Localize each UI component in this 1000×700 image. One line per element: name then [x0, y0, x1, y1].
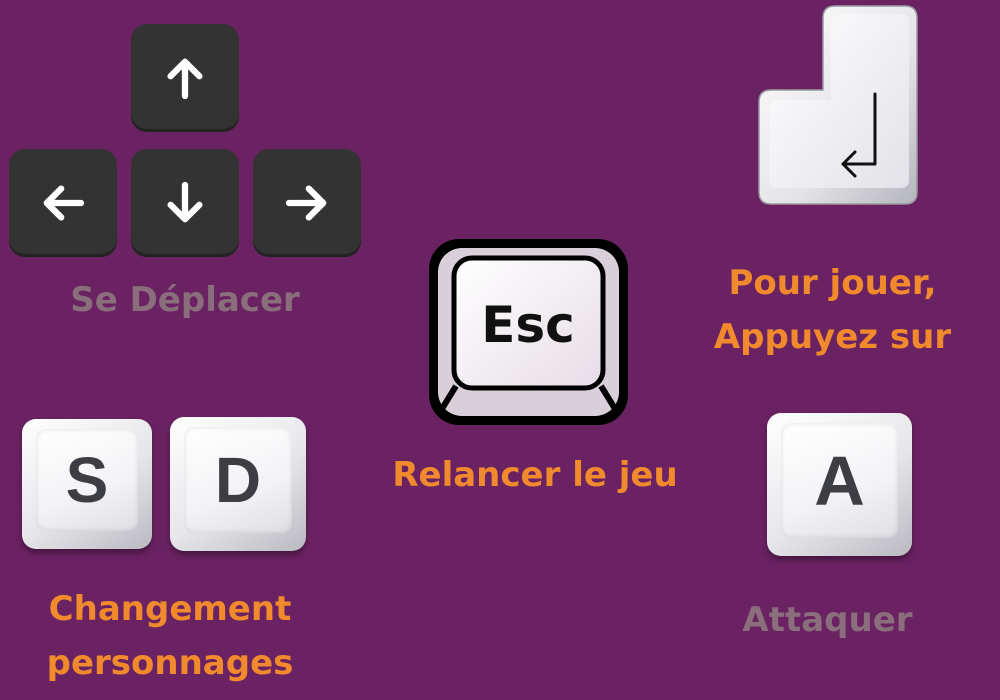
arrow-down-icon [167, 181, 203, 223]
switch-label: Changement personnages [10, 582, 330, 690]
s-key-letter: S [65, 444, 109, 516]
attack-label: Attaquer [742, 600, 913, 640]
move-label: Se Déplacer [70, 280, 300, 320]
a-key[interactable]: A [767, 413, 912, 556]
enter-key[interactable] [755, 2, 920, 210]
switch-label-line2: personnages [46, 643, 294, 683]
arrow-down-key[interactable] [131, 149, 239, 257]
d-key[interactable]: D [170, 417, 306, 551]
arrow-up-key[interactable] [131, 24, 239, 132]
s-key[interactable]: S [22, 419, 152, 549]
d-key-letter: D [214, 444, 262, 516]
play-label-line2: Appuyez sur [713, 317, 952, 357]
arrow-right-icon [285, 185, 327, 221]
a-key-letter: A [814, 441, 865, 520]
play-label-line1: Pour jouer, [728, 263, 937, 303]
restart-label: Relancer le jeu [392, 455, 678, 495]
play-label: Pour jouer, Appuyez sur [690, 256, 975, 364]
arrow-left-icon [43, 185, 85, 221]
switch-label-line1: Changement [48, 589, 292, 629]
arrow-up-icon [167, 58, 203, 100]
arrow-right-key[interactable] [253, 149, 361, 257]
esc-key[interactable]: Esc [426, 236, 631, 428]
esc-key-label: Esc [481, 296, 575, 354]
arrow-left-key[interactable] [9, 149, 117, 257]
